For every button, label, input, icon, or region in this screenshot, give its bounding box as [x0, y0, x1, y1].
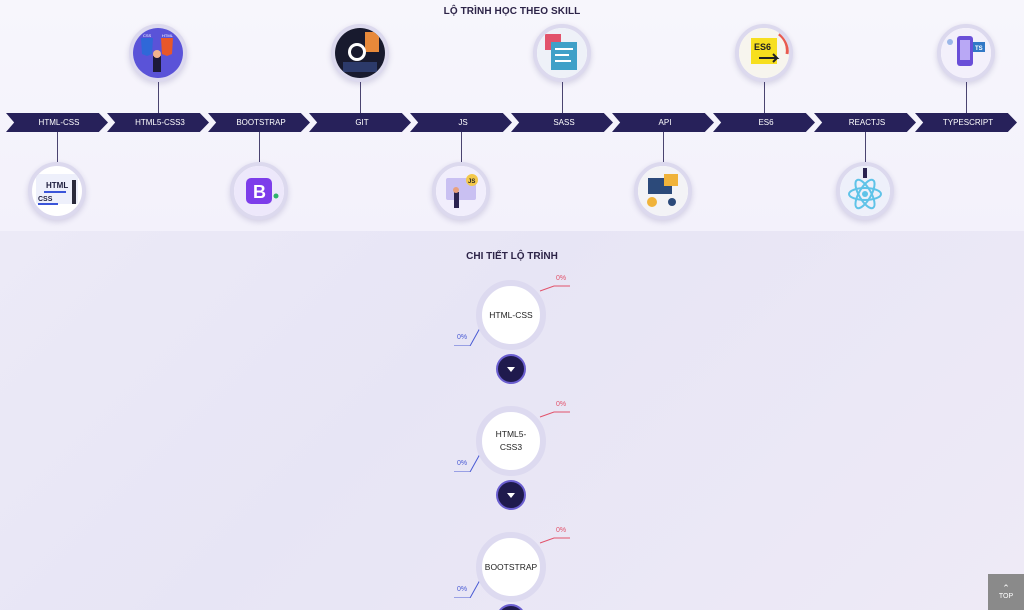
connector-line	[966, 82, 967, 113]
connector-line	[57, 132, 58, 162]
roadmap-step-api[interactable]: API	[612, 113, 714, 132]
roadmap-step-sass[interactable]: SASS	[511, 113, 613, 132]
bootstrap-logo-icon[interactable]: B	[230, 162, 288, 220]
step-label: JS	[458, 118, 468, 127]
api-illustration-icon[interactable]	[634, 162, 692, 220]
detail-item-name: HTML5- CSS3	[495, 429, 527, 452]
chevron-down-icon	[507, 492, 515, 498]
chevron-down-icon	[507, 366, 515, 372]
expand-button[interactable]	[496, 604, 526, 610]
progress-bottom-percent: 0%	[457, 586, 468, 593]
step-label: ES6	[758, 118, 774, 127]
connector-line	[865, 132, 866, 162]
step-label: GIT	[355, 118, 369, 127]
roadmap-step-js[interactable]: JS	[410, 113, 512, 132]
roadmap-step-html5-css3[interactable]: HTML5-CSS3	[107, 113, 209, 132]
html-css-illustration-icon[interactable]: HTML CSS	[28, 162, 86, 220]
javascript-illustration-icon[interactable]: JS	[432, 162, 490, 220]
step-label: REACTJS	[848, 118, 886, 127]
roadmap-detail: CHI TIẾT LỘ TRÌNH 0% 0% HTML-CSS 0% 0% H…	[0, 231, 1024, 610]
html-label: HTML	[162, 33, 174, 38]
connector-line	[663, 132, 664, 162]
css-text: CSS	[38, 196, 53, 203]
typescript-illustration-icon[interactable]: TS	[937, 24, 995, 82]
connector-line	[259, 132, 260, 162]
roadmap-step-typescript[interactable]: TYPESCRIPT	[915, 113, 1017, 132]
roadmap-title: LỘ TRÌNH HỌC THEO SKILL	[443, 6, 581, 17]
bootstrap-letter: B	[253, 182, 266, 202]
sass-illustration-icon[interactable]	[533, 24, 591, 82]
progress-bottom-percent: 0%	[457, 334, 468, 341]
detail-item-name: HTML-CSS	[489, 309, 533, 320]
step-label: BOOTSTRAP	[236, 118, 286, 127]
step-label: HTML-CSS	[38, 118, 80, 127]
github-illustration-icon[interactable]	[331, 24, 389, 82]
html5-css3-illustration-icon[interactable]: CSS HTML	[129, 24, 187, 82]
progress-top-percent: 0%	[556, 275, 567, 282]
detail-item-ring: BOOTSTRAP	[476, 532, 546, 602]
skill-roadmap: LỘ TRÌNH HỌC THEO SKILL HTML-CSS HTML5-C…	[0, 0, 1024, 231]
step-label: API	[658, 118, 672, 127]
es6-illustration-icon[interactable]: ES6	[735, 24, 793, 82]
progress-top-percent: 0%	[556, 401, 567, 408]
progress-bottom-percent: 0%	[457, 460, 468, 467]
roadmap-step-html-css[interactable]: HTML-CSS	[6, 113, 108, 132]
roadmap-step-reactjs[interactable]: REACTJS	[814, 113, 916, 132]
back-to-top-button[interactable]: ⌃ TOP	[988, 574, 1024, 610]
connector-line	[562, 82, 563, 113]
detail-item-name: BOOTSTRAP	[484, 561, 538, 572]
roadmap-step-es6[interactable]: ES6	[713, 113, 815, 132]
connector-line	[158, 82, 159, 113]
top-button-label: TOP	[998, 593, 1014, 600]
roadmap-step-bootstrap[interactable]: BOOTSTRAP	[208, 113, 310, 132]
connector-line	[461, 132, 462, 162]
ts-text: TS	[975, 46, 983, 52]
react-logo-icon[interactable]	[836, 162, 894, 220]
detail-title: CHI TIẾT LỘ TRÌNH	[466, 251, 558, 262]
detail-item-ring: HTML5- CSS3	[476, 406, 546, 476]
progress-top-percent: 0%	[556, 527, 567, 534]
css-label: CSS	[143, 33, 152, 38]
step-label: HTML5-CSS3	[135, 118, 185, 127]
step-label: SASS	[553, 118, 575, 127]
expand-button[interactable]	[496, 480, 526, 510]
es6-text: ES6	[754, 42, 771, 52]
expand-button[interactable]	[496, 354, 526, 384]
roadmap-step-git[interactable]: GIT	[309, 113, 411, 132]
js-text: JS	[468, 179, 475, 185]
chevron-up-icon: ⌃	[1002, 583, 1010, 593]
step-label: TYPESCRIPT	[942, 118, 994, 127]
connector-line	[764, 82, 765, 113]
html-text: HTML	[46, 181, 68, 190]
detail-item-ring: HTML-CSS	[476, 280, 546, 350]
connector-line	[360, 82, 361, 113]
